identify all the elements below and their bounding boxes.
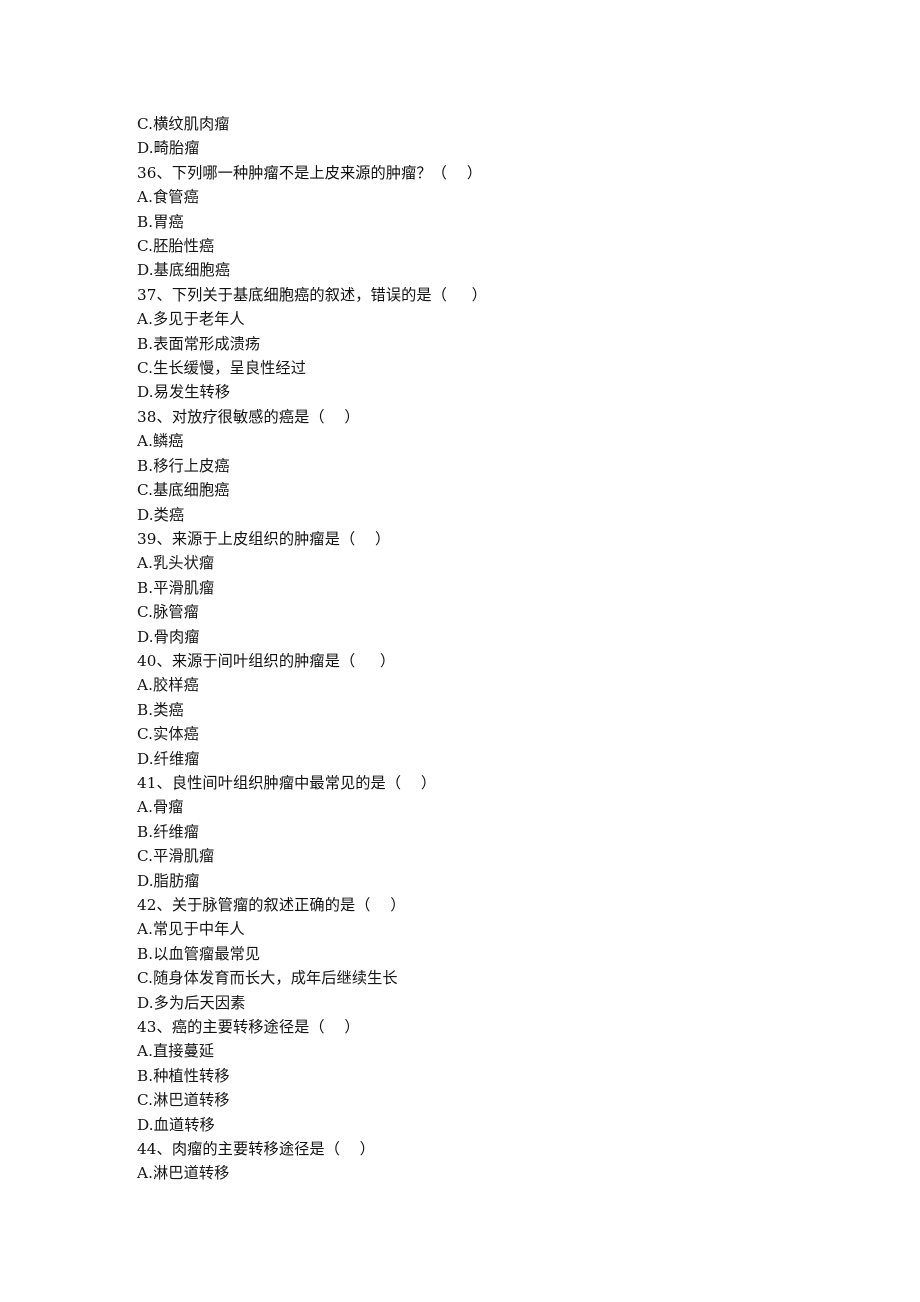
question-line: 44、肉瘤的主要转移途径是（ ） — [137, 1140, 375, 1159]
option-line: A.直接蔓延 — [137, 1042, 215, 1061]
option-line: C.脉管瘤 — [137, 603, 199, 622]
option-line: D.血道转移 — [137, 1115, 215, 1134]
option-line: D.畸胎瘤 — [137, 139, 200, 158]
question-line: 40、来源于间叶组织的肿瘤是（ ） — [137, 651, 396, 670]
question-line: 36、下列哪一种肿瘤不是上皮来源的肿瘤？（ ） — [137, 163, 482, 182]
question-line: 38、对放疗很敏感的癌是（ ） — [137, 407, 360, 426]
document-page: C.横纹肌肉瘤 D.畸胎瘤 36、下列哪一种肿瘤不是上皮来源的肿瘤？（ ） A.… — [0, 0, 920, 1302]
option-line: A.胶样癌 — [137, 676, 199, 695]
option-line: C.平滑肌瘤 — [137, 847, 215, 866]
question-line: 42、关于脉管瘤的叙述正确的是（ ） — [137, 896, 406, 914]
option-line: B.纤维瘤 — [137, 822, 200, 841]
option-line: B.移行上皮癌 — [137, 456, 230, 475]
option-line: D.纤维瘤 — [137, 749, 200, 768]
option-line: A.常见于中年人 — [137, 920, 245, 939]
option-line: C.实体癌 — [137, 725, 199, 744]
option-line: C.淋巴道转移 — [137, 1091, 230, 1110]
option-line: A.淋巴道转移 — [137, 1164, 230, 1183]
option-line: B.平滑肌瘤 — [137, 578, 215, 597]
question-line: 41、良性间叶组织肿瘤中最常见的是（ ） — [137, 773, 437, 792]
option-line: C.横纹肌肉瘤 — [137, 115, 230, 133]
option-line: B.胃癌 — [137, 212, 184, 231]
document-text-body: C.横纹肌肉瘤 D.畸胎瘤 36、下列哪一种肿瘤不是上皮来源的肿瘤？（ ） A.… — [137, 112, 837, 1186]
option-line: B.种植性转移 — [137, 1066, 230, 1085]
option-line: C.随身体发育而长大，成年后继续生长 — [137, 969, 398, 988]
option-line: D.基底细胞癌 — [137, 261, 231, 280]
option-line: C.胚胎性癌 — [137, 237, 215, 256]
option-line: B.类癌 — [137, 700, 184, 719]
option-line: B.表面常形成溃疡 — [137, 334, 261, 353]
option-line: D.多为后天因素 — [137, 993, 246, 1012]
option-line: A.鳞癌 — [137, 432, 184, 451]
option-line: C.基底细胞癌 — [137, 481, 230, 500]
question-line: 39、来源于上皮组织的肿瘤是（ ） — [137, 529, 391, 548]
option-line: A.乳头状瘤 — [137, 554, 215, 573]
question-line: 37、下列关于基底细胞癌的叙述，错误的是（ ） — [137, 285, 487, 304]
option-line: D.脂肪瘤 — [137, 871, 200, 890]
option-line: A.多见于老年人 — [137, 310, 245, 329]
question-line: 43、癌的主要转移途径是（ ） — [137, 1018, 360, 1037]
option-line: D.易发生转移 — [137, 383, 231, 402]
option-line: A.食管癌 — [137, 188, 199, 207]
option-line: A.骨瘤 — [137, 798, 184, 817]
option-line: B.以血管瘤最常见 — [137, 944, 261, 963]
option-line: D.骨肉瘤 — [137, 627, 200, 646]
option-line: C.生长缓慢，呈良性经过 — [137, 359, 306, 378]
option-line: D.类癌 — [137, 505, 185, 524]
